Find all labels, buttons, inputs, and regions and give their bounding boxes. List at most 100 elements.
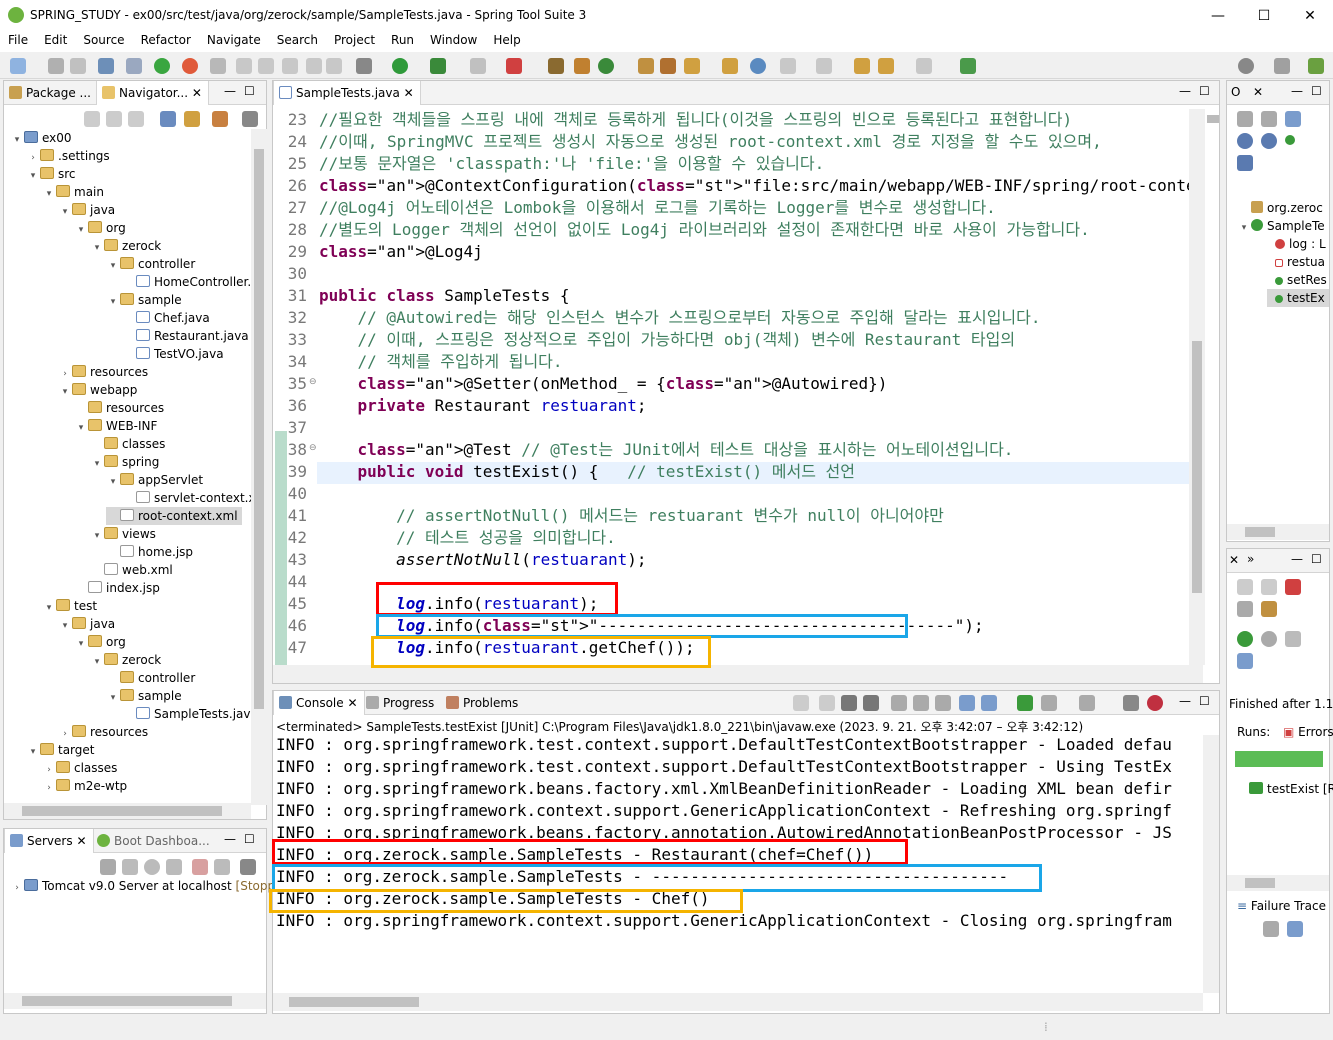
save-all-icon[interactable] [70, 58, 86, 74]
minimize-view-icon[interactable]: — [1291, 552, 1303, 566]
filter-icon[interactable] [212, 111, 228, 127]
run-icon[interactable] [392, 58, 408, 74]
scroll-thumb[interactable] [254, 149, 264, 709]
code-line[interactable]: // 이때, 스프링은 정상적으로 주입이 가능하다면 obj(객체) 변수에 … [319, 329, 1016, 351]
open-type-icon[interactable] [638, 58, 654, 74]
chevron-down-icon[interactable]: ▾ [106, 473, 120, 491]
fold-icon[interactable]: ⊖ [309, 443, 317, 453]
scroll-lock-icon[interactable] [1237, 601, 1253, 617]
outline-item-log[interactable]: log : L [1275, 235, 1326, 253]
next-failure-icon[interactable] [1237, 579, 1253, 595]
maximize-view-icon[interactable]: ☐ [1311, 84, 1322, 98]
chevron-down-icon[interactable]: ▾ [74, 221, 88, 239]
tree-item[interactable]: ▾ java [58, 201, 115, 219]
tree-item[interactable]: ▾ zerock [90, 651, 161, 669]
tool-icon[interactable] [684, 58, 700, 74]
minimize-view-icon[interactable]: — [224, 84, 236, 98]
back-icon[interactable] [878, 58, 894, 74]
outline-item-setter[interactable]: setRes [1275, 271, 1327, 289]
forward-icon[interactable] [916, 58, 932, 74]
code-line[interactable]: class="an">@Test // @Test는 JUnit에서 테스트 대… [319, 439, 1014, 461]
tree-item[interactable]: ▾ org [74, 219, 126, 237]
pin-editor-icon[interactable] [960, 58, 976, 74]
hide-fields-icon[interactable] [1261, 111, 1277, 127]
next-annotation-icon[interactable] [780, 58, 796, 74]
forward-icon[interactable] [106, 111, 122, 127]
globe-icon[interactable] [750, 58, 766, 74]
code-line[interactable]: // 객체를 주입하게 됩니다. [319, 351, 563, 373]
tree-item[interactable]: HomeController. [122, 273, 251, 291]
tree-item[interactable]: ▾ main [42, 183, 104, 201]
menu-search[interactable]: Search [269, 31, 326, 52]
close-icon[interactable]: ✕ [192, 86, 202, 100]
maximize-view-icon[interactable]: ☐ [1199, 84, 1210, 98]
tree-item[interactable]: resources [74, 399, 164, 417]
tree-item[interactable]: Restaurant.java [122, 327, 249, 345]
tree-item[interactable]: ▾ WEB-INF [74, 417, 157, 435]
code-line[interactable]: private Restaurant restuarant; [319, 395, 647, 417]
minimize-view-icon[interactable]: — [1179, 84, 1191, 98]
layout-icon[interactable] [1237, 653, 1253, 669]
refresh-icon[interactable] [598, 58, 614, 74]
code-line[interactable]: class="an">@Setter(onMethod_ = {class="a… [319, 373, 888, 395]
tree-item[interactable]: › classes [42, 759, 117, 777]
new-server-icon[interactable] [100, 859, 116, 875]
close-button[interactable]: ✕ [1287, 0, 1333, 31]
scroll-thumb[interactable] [289, 997, 419, 1007]
close-icon[interactable]: ✕ [76, 834, 86, 848]
tree-item[interactable]: ▾ src [26, 165, 76, 183]
compare-icon[interactable] [1287, 921, 1303, 937]
maximize-button[interactable]: ☐ [1241, 0, 1287, 31]
word-wrap-icon[interactable] [935, 695, 951, 711]
chevron-down-icon[interactable]: ▾ [58, 383, 72, 401]
coverage-icon[interactable] [430, 58, 446, 74]
prev-failure-icon[interactable] [1261, 579, 1277, 595]
remove-launch-icon[interactable] [841, 695, 857, 711]
debug-server-icon[interactable] [122, 859, 138, 875]
code-line[interactable]: //필요한 객체들을 스프링 내에 객체로 등록하게 됩니다(이것을 스프링의 … [319, 109, 1072, 131]
tree-item[interactable]: › resources [58, 723, 148, 741]
code-line[interactable]: //별도의 Logger 객체의 선언이 없이도 Log4j 라이브러리와 설정… [319, 219, 1090, 241]
save-icon[interactable] [48, 58, 64, 74]
menu-source[interactable]: Source [75, 31, 132, 52]
alpha-sort-icon[interactable] [1285, 111, 1301, 127]
chevron-right-icon[interactable]: › [42, 779, 56, 797]
tool-icon[interactable] [258, 58, 274, 74]
open-perspective-icon[interactable] [1274, 58, 1290, 74]
tab-console[interactable]: Console ✕ [273, 691, 365, 715]
code-line[interactable]: // assertNotNull() 메서드는 restuarant 변수가 n… [319, 505, 944, 527]
tree-item[interactable]: ▾ test [42, 597, 97, 615]
new-icon[interactable] [10, 58, 26, 74]
hide-static-icon[interactable] [1237, 133, 1253, 149]
tree-item[interactable]: ▾ target [26, 741, 95, 759]
tree-item[interactable]: Chef.java [122, 309, 210, 327]
scroll-thumb[interactable] [1245, 527, 1275, 537]
chevron-down-icon[interactable]: ▾ [10, 131, 24, 149]
code-line[interactable]: class="an">@Log4j [319, 241, 483, 263]
hide-local-icon[interactable] [1237, 155, 1253, 171]
tool-icon[interactable] [210, 58, 226, 74]
junit-hscroll[interactable] [1227, 875, 1329, 891]
publish-icon[interactable] [214, 859, 230, 875]
chevron-down-icon[interactable]: ▾ [106, 689, 120, 707]
scroll-thumb[interactable] [22, 996, 232, 1006]
open-task-icon[interactable] [722, 58, 738, 74]
stop-icon[interactable] [819, 695, 835, 711]
outline-item-package[interactable]: org.zeroc [1251, 199, 1323, 217]
menu-navigate[interactable]: Navigate [199, 31, 269, 52]
code-line[interactable]: public void testExist() { // testExist()… [319, 461, 855, 483]
tree-item[interactable]: ▾ java [58, 615, 115, 633]
code-line[interactable]: //보통 문자열은 'classpath:'나 'file:'을 이용할 수 있… [319, 153, 824, 175]
menu-window[interactable]: Window [422, 31, 485, 52]
tree-item[interactable]: index.jsp [74, 579, 160, 597]
scroll-lock-icon[interactable] [913, 695, 929, 711]
menu-help[interactable]: Help [485, 31, 528, 52]
menu-run[interactable]: Run [383, 31, 422, 52]
code-line[interactable]: // @Autowired는 해당 인스턴스 변수가 스프링으로부터 자동으로 … [319, 307, 1041, 329]
chevron-down-icon[interactable]: ▾ [90, 653, 104, 671]
clear-console-icon[interactable] [891, 695, 907, 711]
ansi-icon[interactable] [1147, 695, 1163, 711]
tree-item[interactable]: › m2e-wtp [42, 777, 127, 795]
tab-problems[interactable]: Problems [441, 691, 524, 715]
chevron-down-icon[interactable]: ▾ [26, 743, 40, 761]
